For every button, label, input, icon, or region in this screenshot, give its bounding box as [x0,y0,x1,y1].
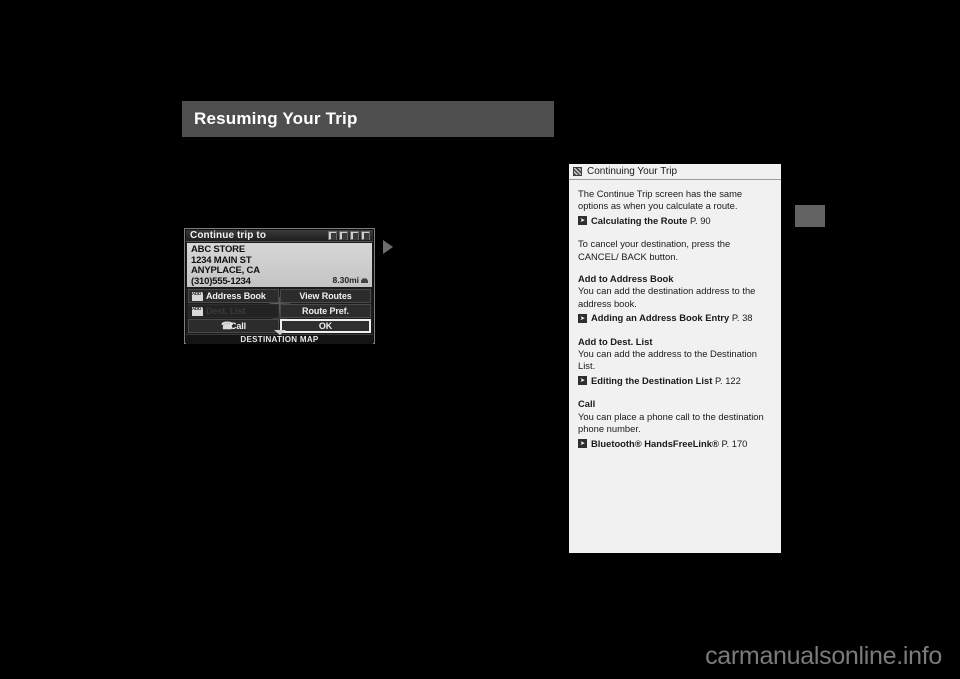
phone-handset-icon: ☎ [220,320,234,332]
section-title-call: Call [578,398,596,410]
section-body-call: You can place a phone call to the destin… [578,410,764,435]
nav-button-grid: ADD TO Address Book View Routes ADD TO D… [187,288,372,334]
chapter-edge-tab [795,205,825,227]
reference-arrow-icon [578,313,587,323]
vehicle-icon [361,278,368,283]
battery-icon [339,231,348,240]
site-watermark: carmanualsonline.info [705,642,942,670]
add-to-dest-badge-icon: ADD TO [192,306,208,316]
nav-footer[interactable]: DESTINATION MAP [186,330,373,344]
reference-arrow-icon [578,439,587,448]
section-ref-page-dest-list: P. 122 [714,374,741,386]
info-panel-body: The Continue Trip screen has the same op… [569,180,781,450]
nav-header: Continue trip to [186,230,373,242]
distance-value: 8.30mi [332,275,359,285]
info-cancel-note: To cancel your destination, press the CA… [578,238,731,262]
info-section-call: Call You can place a phone call to the d… [578,398,772,450]
info-intro-ref-label: Calculating the Route [591,214,688,226]
reference-arrow-icon [578,376,587,386]
section-body-dest-list: You can add the address to the Destinati… [578,348,757,372]
view-routes-button[interactable]: View Routes [280,289,371,303]
ok-label: OK [318,321,333,331]
reference-arrow-icon [578,216,587,226]
section-ref-page-call: P. 170 [721,437,748,449]
info-intro-reference[interactable]: Calculating the Route P. 90 [578,215,772,227]
view-routes-label: View Routes [299,291,352,301]
section-ref-label-call: Bluetooth® HandsFreeLink® [591,437,719,449]
info-intro-ref-page: P. 90 [689,214,711,226]
call-button[interactable]: ☎ Call [188,319,279,333]
route-pref-button[interactable]: Route Pref. [280,304,371,318]
section-reference-address-book[interactable]: Adding an Address Book Entry P. 38 [578,312,772,324]
route-pref-label: Route Pref. [302,306,349,316]
section-body-address-book: You can add the destination address to t… [578,285,756,309]
section-title-dest-list: Add to Dest. List [578,335,653,347]
section-title-address-book: Add to Address Book [578,273,674,285]
add-to-address-book-button[interactable]: ADD TO Address Book [188,289,279,303]
chevron-down-icon [273,330,286,335]
signal-icon [328,231,337,240]
callout-arrow-icon [383,240,393,254]
info-intro-text: The Continue Trip screen has the same op… [578,188,743,212]
add-to-address-book-label: Address Book [206,291,266,301]
section-reference-dest-list[interactable]: Editing the Destination List P. 122 [578,375,772,387]
page-title: Resuming Your Trip [194,109,358,128]
nav-header-title: Continue trip to [190,230,267,241]
call-label: Call [229,321,247,331]
destination-info: ABC STORE 1234 MAIN ST ANYPLACE, CA (310… [187,243,372,287]
nav-screen: Continue trip to ABC STORE 1234 MAIN ST … [186,230,373,344]
status-icon-group [328,231,370,240]
add-to-badge-icon: ADD TO [192,291,208,301]
manual-page: Resuming Your Trip Continue trip to ABC … [0,0,960,679]
info-panel: Continuing Your Trip The Continue Trip s… [569,164,781,553]
ok-button[interactable]: OK [280,319,371,333]
nav-screen-figure: Continue trip to ABC STORE 1234 MAIN ST … [184,228,375,344]
page-title-bar: Resuming Your Trip [182,101,554,137]
section-ref-page-address-book: P. 38 [731,312,753,324]
destination-distance: 8.30mi [333,275,368,285]
destination-name: ABC STORE [191,244,245,255]
info-panel-header: Continuing Your Trip [569,164,781,180]
info-section-address-book: Add to Address Book You can add the dest… [578,273,772,325]
section-ref-label-dest-list: Editing the Destination List [591,374,713,386]
section-reference-call[interactable]: Bluetooth® HandsFreeLink® P. 170 [578,438,772,450]
phone-icon [361,231,370,240]
info-panel-heading: Continuing Your Trip [587,166,678,177]
section-ref-label-address-book: Adding an Address Book Entry [591,312,730,324]
add-to-dest-list-label: Dest. List [206,306,246,316]
add-to-dest-list-button[interactable]: ADD TO Dest. List [188,304,279,318]
destination-map-label: DESTINATION MAP [240,335,319,344]
info-section-dest-list: Add to Dest. List You can add the addres… [578,336,772,388]
note-icon [573,167,582,176]
info-intro-block: The Continue Trip screen has the same op… [578,188,772,227]
media-icon [350,231,359,240]
